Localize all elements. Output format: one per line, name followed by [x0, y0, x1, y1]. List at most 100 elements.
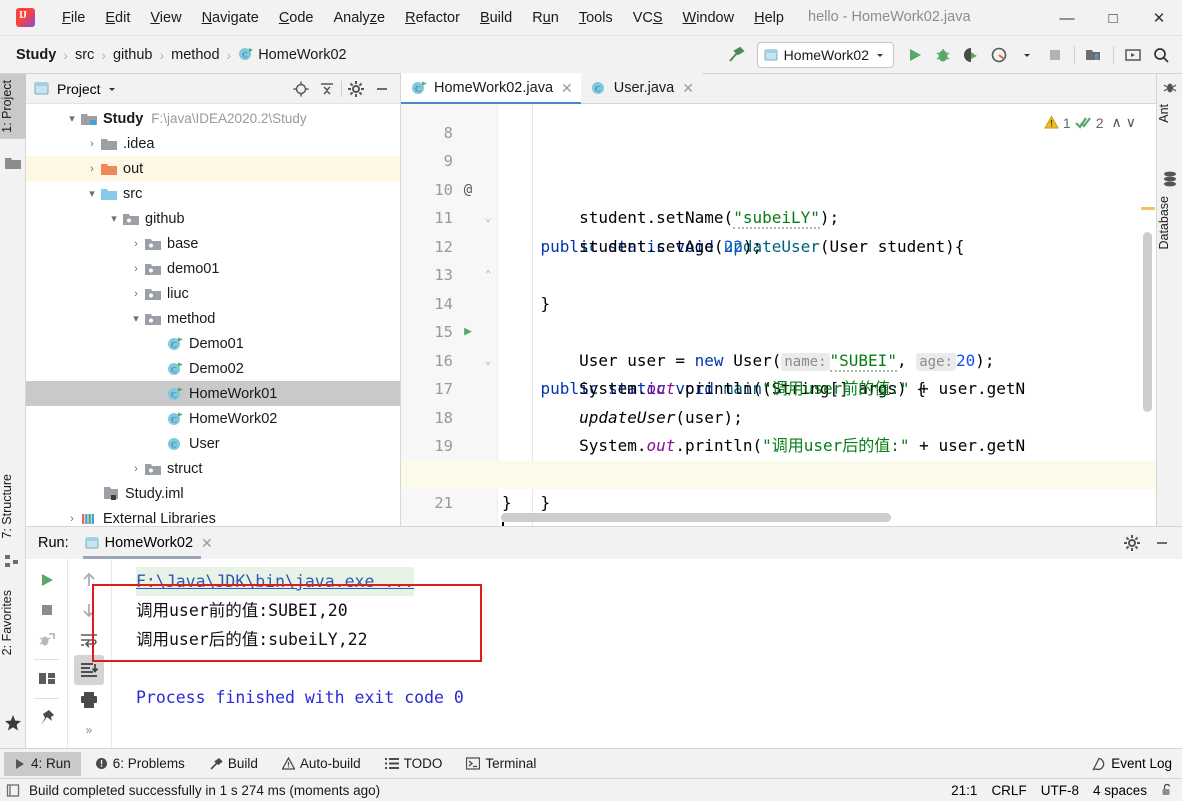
chevron-right-icon[interactable]: ›: [84, 138, 100, 150]
menu-item-view[interactable]: View: [140, 6, 191, 30]
chevron-down-icon[interactable]: ▾: [64, 112, 80, 125]
chevron-right-icon[interactable]: ›: [128, 463, 144, 475]
next-problem-icon[interactable]: ∨: [1126, 114, 1136, 131]
menu-item-run[interactable]: Run: [522, 6, 569, 30]
menu-item-code[interactable]: Code: [269, 6, 324, 30]
breadcrumb-item-homework02[interactable]: C HomeWork02: [234, 44, 350, 65]
tree-item-method[interactable]: ▾ method: [26, 306, 400, 331]
scroll-down-icon[interactable]: [68, 595, 110, 625]
chevron-right-icon[interactable]: ›: [128, 288, 144, 300]
close-button[interactable]: ✕: [1136, 0, 1182, 36]
more-icon[interactable]: »: [68, 715, 110, 745]
breadcrumb-item-study[interactable]: Study: [12, 45, 60, 65]
menu-item-tools[interactable]: Tools: [569, 6, 623, 30]
select-target-icon[interactable]: [1120, 42, 1146, 68]
close-icon[interactable]: ✕: [682, 80, 694, 97]
menu-item-refactor[interactable]: Refactor: [395, 6, 470, 30]
gear-icon[interactable]: [344, 77, 368, 101]
breadcrumb-item-method[interactable]: method: [167, 45, 223, 65]
tool-window-button-build[interactable]: Build: [199, 752, 268, 776]
chevron-down-icon[interactable]: [1014, 42, 1040, 68]
prev-problem-icon[interactable]: ∧: [1112, 114, 1122, 131]
tree-item-demo01[interactable]: C Demo01: [26, 331, 400, 356]
breadcrumb-item-src[interactable]: src: [71, 45, 98, 65]
menu-item-help[interactable]: Help: [744, 6, 794, 30]
caret-position[interactable]: 21:1: [951, 783, 977, 798]
unlocked-icon[interactable]: [1161, 783, 1174, 797]
file-encoding[interactable]: UTF-8: [1041, 783, 1079, 798]
chevron-down-icon[interactable]: ▾: [84, 187, 100, 200]
console-command-line[interactable]: F:\Java\JDK\bin\java.exe ...: [136, 567, 1182, 596]
tree-item-demo02[interactable]: C Demo02: [26, 356, 400, 381]
menu-item-navigate[interactable]: Navigate: [192, 6, 269, 30]
menu-item-window[interactable]: Window: [673, 6, 745, 30]
scroll-up-icon[interactable]: [68, 565, 110, 595]
search-everywhere-icon[interactable]: [1148, 42, 1174, 68]
rerun-icon[interactable]: [26, 565, 68, 595]
tool-window-button-problems[interactable]: 6: Problems: [85, 752, 195, 776]
chevron-right-icon[interactable]: ›: [84, 163, 100, 175]
chevron-down-icon[interactable]: ▾: [106, 212, 122, 225]
tree-item-homework02[interactable]: C HomeWork02: [26, 406, 400, 431]
tree-item-user[interactable]: C User: [26, 431, 400, 456]
sidebar-tab-ant[interactable]: Ant: [1157, 98, 1182, 129]
tree-item-github[interactable]: ▾ github: [26, 206, 400, 231]
tool-window-button-run[interactable]: 4: Run: [4, 751, 81, 776]
sidebar-tab-database[interactable]: Database: [1157, 190, 1182, 256]
hide-icon[interactable]: [370, 77, 394, 101]
chevron-right-icon[interactable]: ›: [64, 513, 80, 525]
tree-item-out[interactable]: › out: [26, 156, 400, 181]
editor-vertical-scrollbar[interactable]: [1143, 232, 1152, 412]
editor-tab-homework02[interactable]: C HomeWork02.java ✕: [401, 73, 581, 104]
gear-icon[interactable]: [1120, 531, 1144, 555]
profiler-icon[interactable]: [986, 42, 1012, 68]
editor-tab-user[interactable]: C User.java ✕: [580, 73, 702, 103]
maximize-button[interactable]: □: [1090, 0, 1136, 36]
tree-item-src[interactable]: ▾ src: [26, 181, 400, 206]
tree-item-base[interactable]: › base: [26, 231, 400, 256]
layout-icon[interactable]: [26, 664, 68, 694]
indent-setting[interactable]: 4 spaces: [1093, 783, 1147, 798]
debug-icon[interactable]: [930, 42, 956, 68]
scroll-to-end-icon[interactable]: [74, 655, 104, 685]
build-hammer-icon[interactable]: [723, 42, 749, 68]
chevron-right-icon[interactable]: ›: [128, 263, 144, 275]
run-icon[interactable]: [902, 42, 928, 68]
stop-icon[interactable]: [26, 595, 68, 625]
tool-window-button-auto-build[interactable]: Auto-build: [272, 752, 371, 776]
inspection-widget[interactable]: 1 2 ∧ ∨: [1039, 112, 1140, 133]
locate-icon[interactable]: [289, 77, 313, 101]
editor-horizontal-scrollbar[interactable]: [501, 513, 891, 522]
menu-item-edit[interactable]: Edit: [95, 6, 140, 30]
close-icon[interactable]: ✕: [561, 80, 573, 97]
run-with-coverage-icon[interactable]: [958, 42, 984, 68]
collapse-all-icon[interactable]: [315, 77, 339, 101]
project-structure-icon[interactable]: [1081, 42, 1107, 68]
tree-item-study[interactable]: ▾ Study F:\java\IDEA2020.2\Study: [26, 106, 400, 131]
sidebar-tab-favorites[interactable]: 2: Favorites: [0, 584, 26, 661]
console-output[interactable]: F:\Java\JDK\bin\java.exe ... 调用user前的值:S…: [112, 559, 1182, 749]
pin-icon[interactable]: [26, 703, 68, 733]
menu-item-file[interactable]: File: [52, 6, 95, 30]
hide-icon[interactable]: [1150, 531, 1174, 555]
print-icon[interactable]: [68, 685, 110, 715]
soft-wrap-icon[interactable]: [68, 625, 110, 655]
menu-item-analyze[interactable]: Analyze: [324, 6, 396, 30]
tree-item-struct[interactable]: › struct: [26, 456, 400, 481]
chevron-right-icon[interactable]: ›: [128, 238, 144, 250]
tool-window-button-terminal[interactable]: Terminal: [456, 752, 546, 776]
tree-item-homework01[interactable]: C HomeWork01: [26, 381, 400, 406]
chevron-down-icon[interactable]: [107, 84, 117, 94]
tool-window-button-todo[interactable]: TODO: [375, 752, 453, 776]
minimize-button[interactable]: —: [1044, 0, 1090, 36]
chevron-down-icon[interactable]: ▾: [128, 312, 144, 325]
run-configuration-selector[interactable]: HomeWork02: [756, 42, 894, 68]
menu-item-vcs[interactable]: VCS: [623, 6, 673, 30]
sidebar-tab-structure[interactable]: 7: Structure: [0, 468, 26, 545]
line-separator[interactable]: CRLF: [991, 783, 1026, 798]
sidebar-tab-project[interactable]: 1: Project: [0, 74, 26, 139]
tree-item-liuc[interactable]: › liuc: [26, 281, 400, 306]
tree-item-idea[interactable]: › .idea: [26, 131, 400, 156]
event-log-button[interactable]: Event Log: [1092, 756, 1172, 771]
tree-item-demo01-pkg[interactable]: › demo01: [26, 256, 400, 281]
